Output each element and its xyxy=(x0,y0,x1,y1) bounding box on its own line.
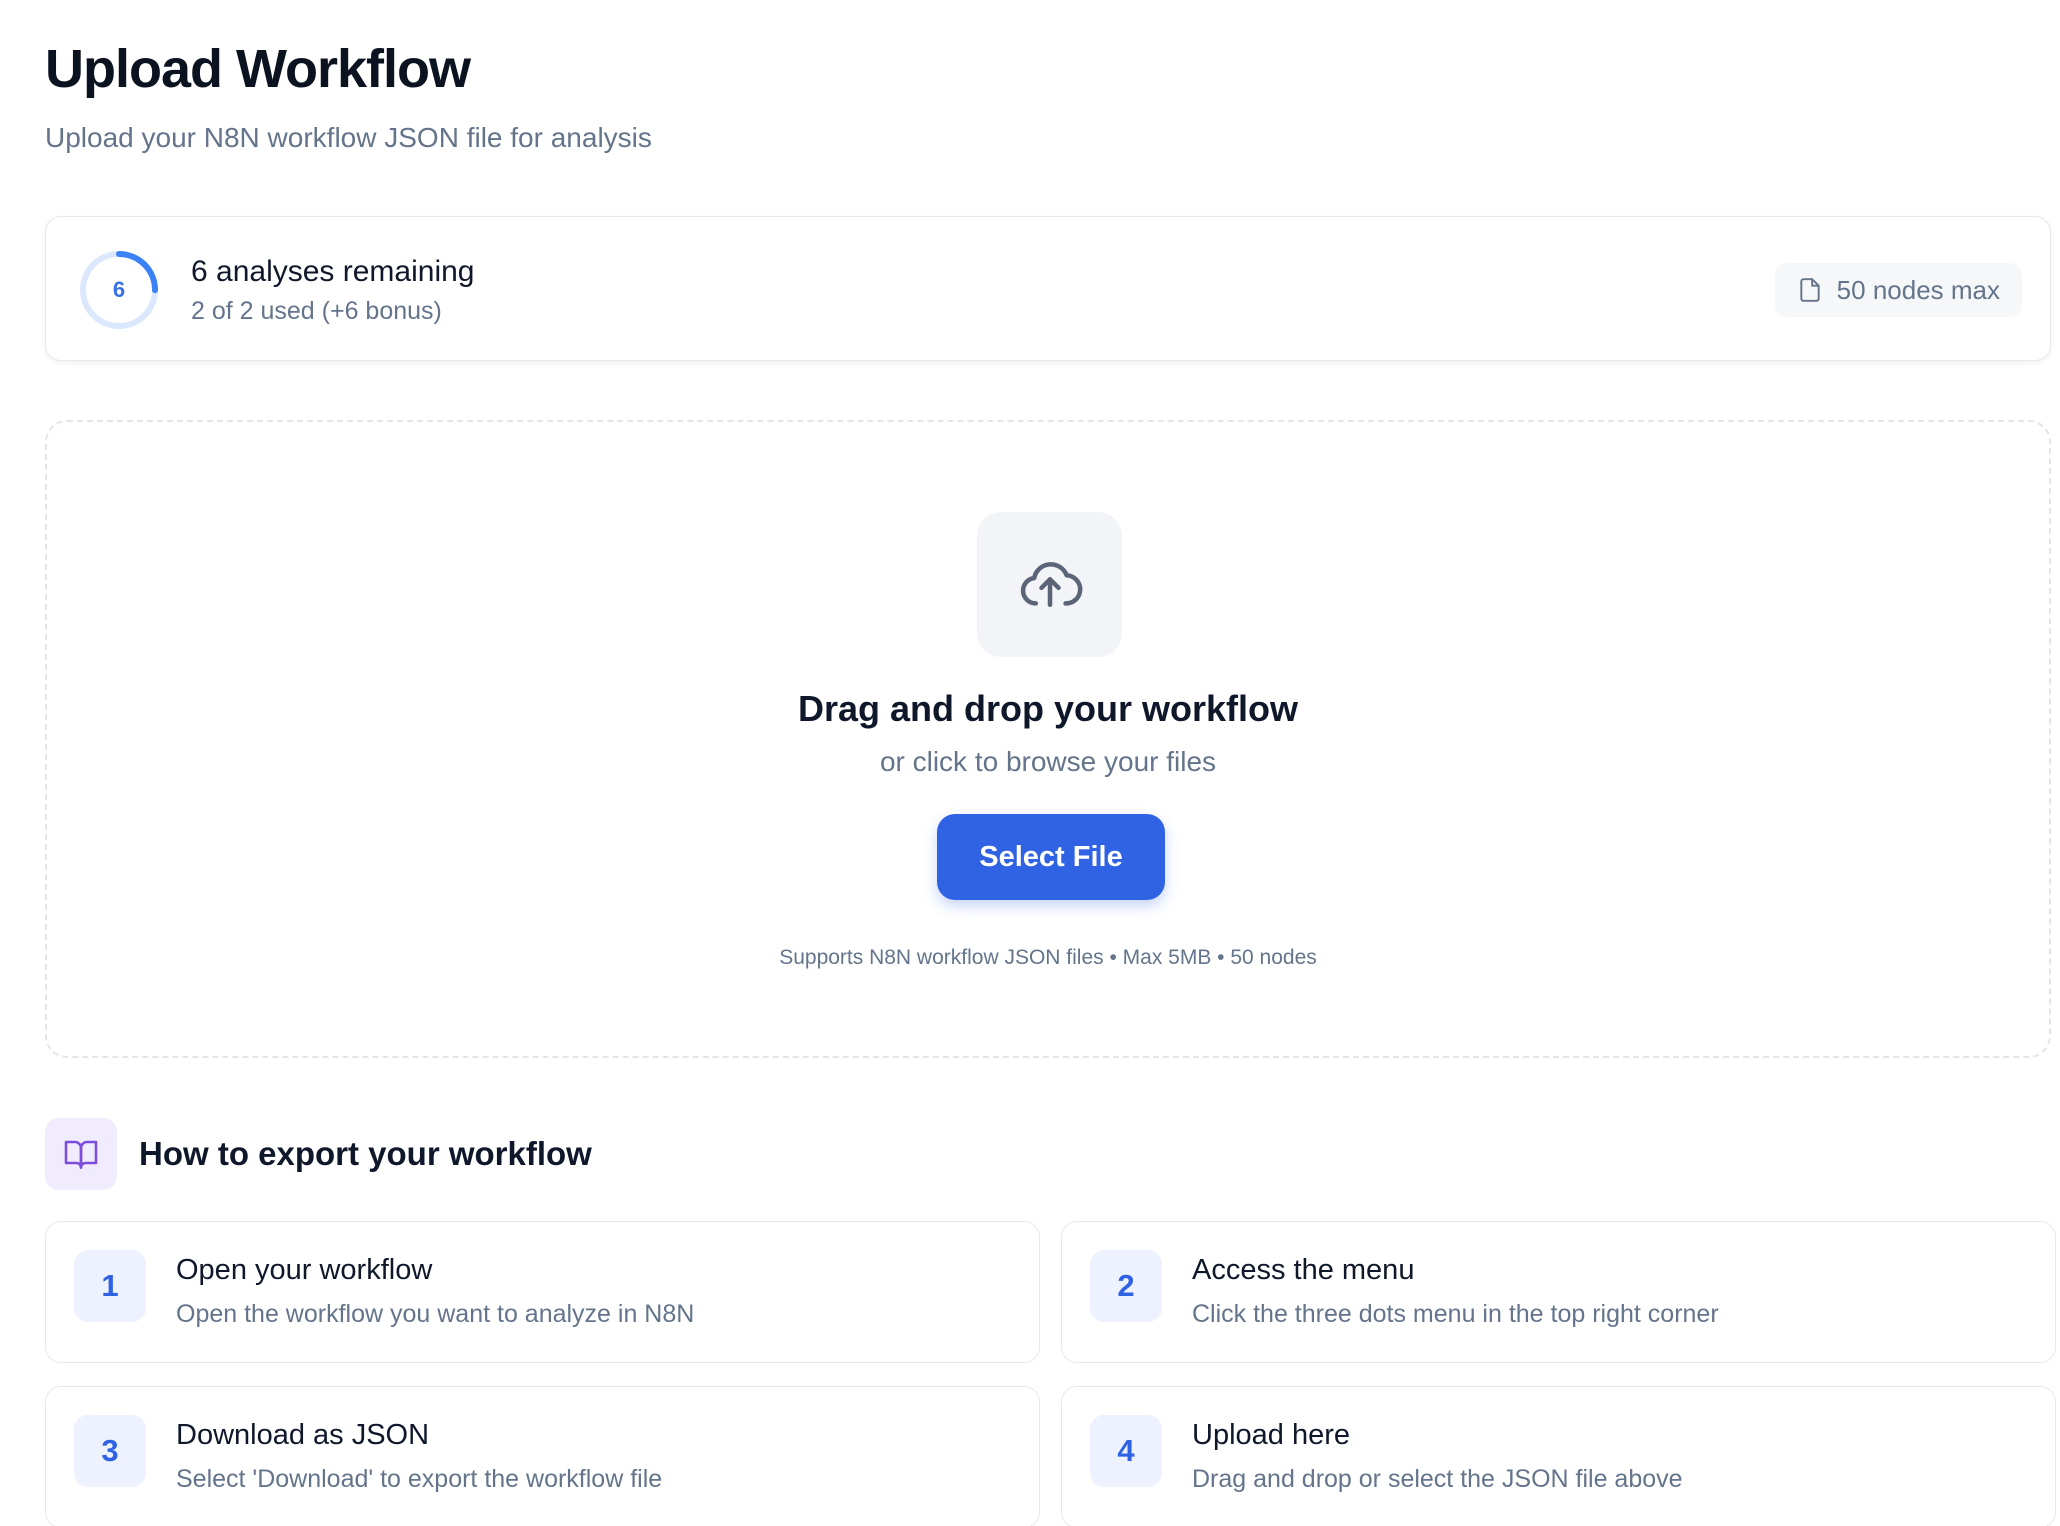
step-title: Upload here xyxy=(1192,1419,1350,1451)
nodes-limit-badge: 50 nodes max xyxy=(1774,263,2022,317)
step-description: Select 'Download' to export the workflow… xyxy=(176,1465,663,1493)
quota-progress-ring: 6 xyxy=(78,249,160,331)
step-number: 3 xyxy=(74,1415,146,1487)
select-file-button[interactable]: Select File xyxy=(937,814,1165,900)
book-open-icon xyxy=(64,1140,98,1169)
quota-ring-number: 6 xyxy=(112,277,126,302)
step-description: Open the workflow you want to analyze in… xyxy=(176,1300,695,1328)
step-description: Drag and drop or select the JSON file ab… xyxy=(1192,1465,1683,1493)
step-card-3: 3 Download as JSON Select 'Download' to … xyxy=(45,1386,1040,1526)
upload-icon-container xyxy=(977,512,1122,657)
upload-workflow-page: Upload Workflow Upload your N8N workflow… xyxy=(0,0,2060,1526)
file-icon xyxy=(1800,278,1820,302)
quota-usage-label: 2 of 2 used (+6 bonus) xyxy=(191,297,442,325)
page-subtitle: Upload your N8N workflow JSON file for a… xyxy=(45,122,652,153)
file-dropzone[interactable]: Drag and drop your workflow or click to … xyxy=(45,420,2051,1058)
step-title: Open your workflow xyxy=(176,1254,433,1286)
dropzone-title: Drag and drop your workflow xyxy=(797,688,1299,729)
quota-card: 6 6 analyses remaining 2 of 2 used (+6 b… xyxy=(45,216,2051,361)
cloud-upload-icon xyxy=(1020,561,1082,607)
step-number: 4 xyxy=(1090,1415,1162,1487)
nodes-limit-text: 50 nodes max xyxy=(1836,274,2000,305)
dropzone-subtitle: or click to browse your files xyxy=(879,746,1217,777)
step-card-4: 4 Upload here Drag and drop or select th… xyxy=(1061,1386,2056,1526)
page-title: Upload Workflow xyxy=(45,39,471,99)
howto-icon-container xyxy=(45,1118,117,1190)
step-card-2: 2 Access the menu Click the three dots m… xyxy=(1061,1221,2056,1363)
step-title: Access the menu xyxy=(1192,1254,1415,1286)
step-number: 2 xyxy=(1090,1250,1162,1322)
step-card-1: 1 Open your workflow Open the workflow y… xyxy=(45,1221,1040,1363)
step-title: Download as JSON xyxy=(176,1419,430,1451)
dropzone-hint: Supports N8N workflow JSON files • Max 5… xyxy=(779,946,1317,969)
step-number: 1 xyxy=(74,1250,146,1322)
quota-remaining-label: 6 analyses remaining xyxy=(191,255,475,288)
howto-title: How to export your workflow xyxy=(139,1135,592,1172)
step-description: Click the three dots menu in the top rig… xyxy=(1192,1300,1719,1328)
